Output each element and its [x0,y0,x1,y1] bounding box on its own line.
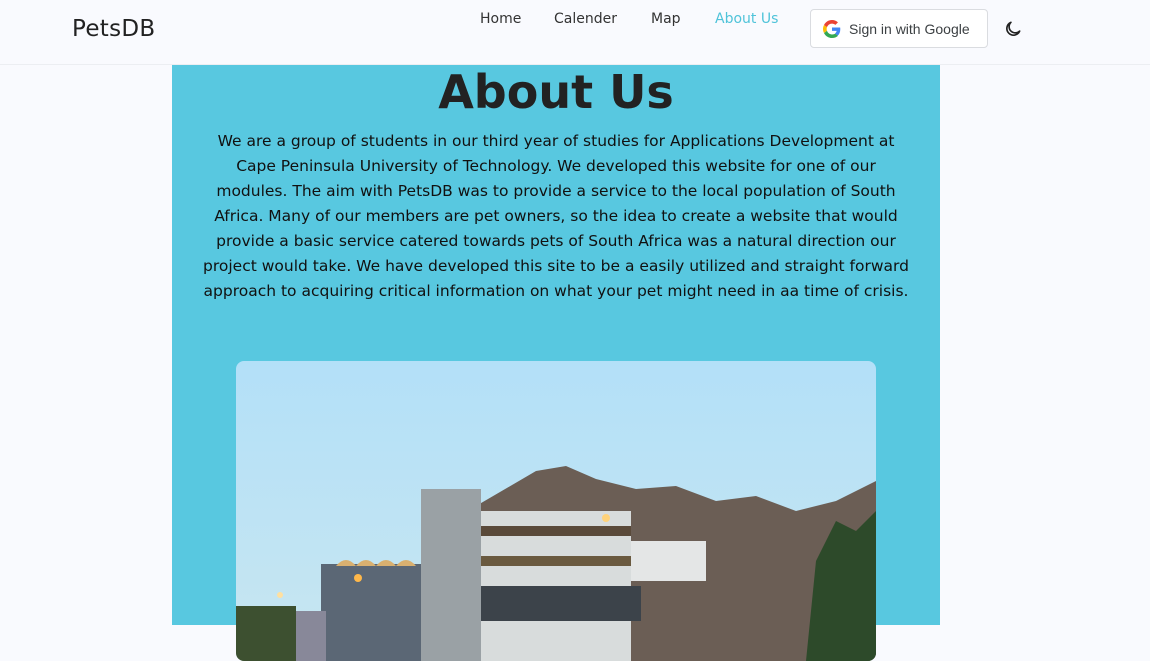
google-button-label: Sign in with Google [849,20,970,37]
nav-home[interactable]: Home [480,11,521,27]
navbar: PetsDB Home Calender Map About Us Sign i… [0,0,1150,65]
google-icon [823,19,841,38]
nav-about-us[interactable]: About Us [715,11,778,27]
campus-building-photo [236,361,876,661]
moon-icon[interactable] [1003,19,1023,39]
nav-map[interactable]: Map [651,11,681,27]
google-sign-in-button[interactable]: Sign in with Google [810,9,988,48]
about-card: About Us We are a group of students in o… [172,65,940,661]
about-paragraph: We are a group of students in our third … [203,132,909,300]
nav-calender[interactable]: Calender [554,11,617,27]
brand-logo[interactable]: PetsDB [72,16,156,42]
page-title: About Us [438,65,674,119]
